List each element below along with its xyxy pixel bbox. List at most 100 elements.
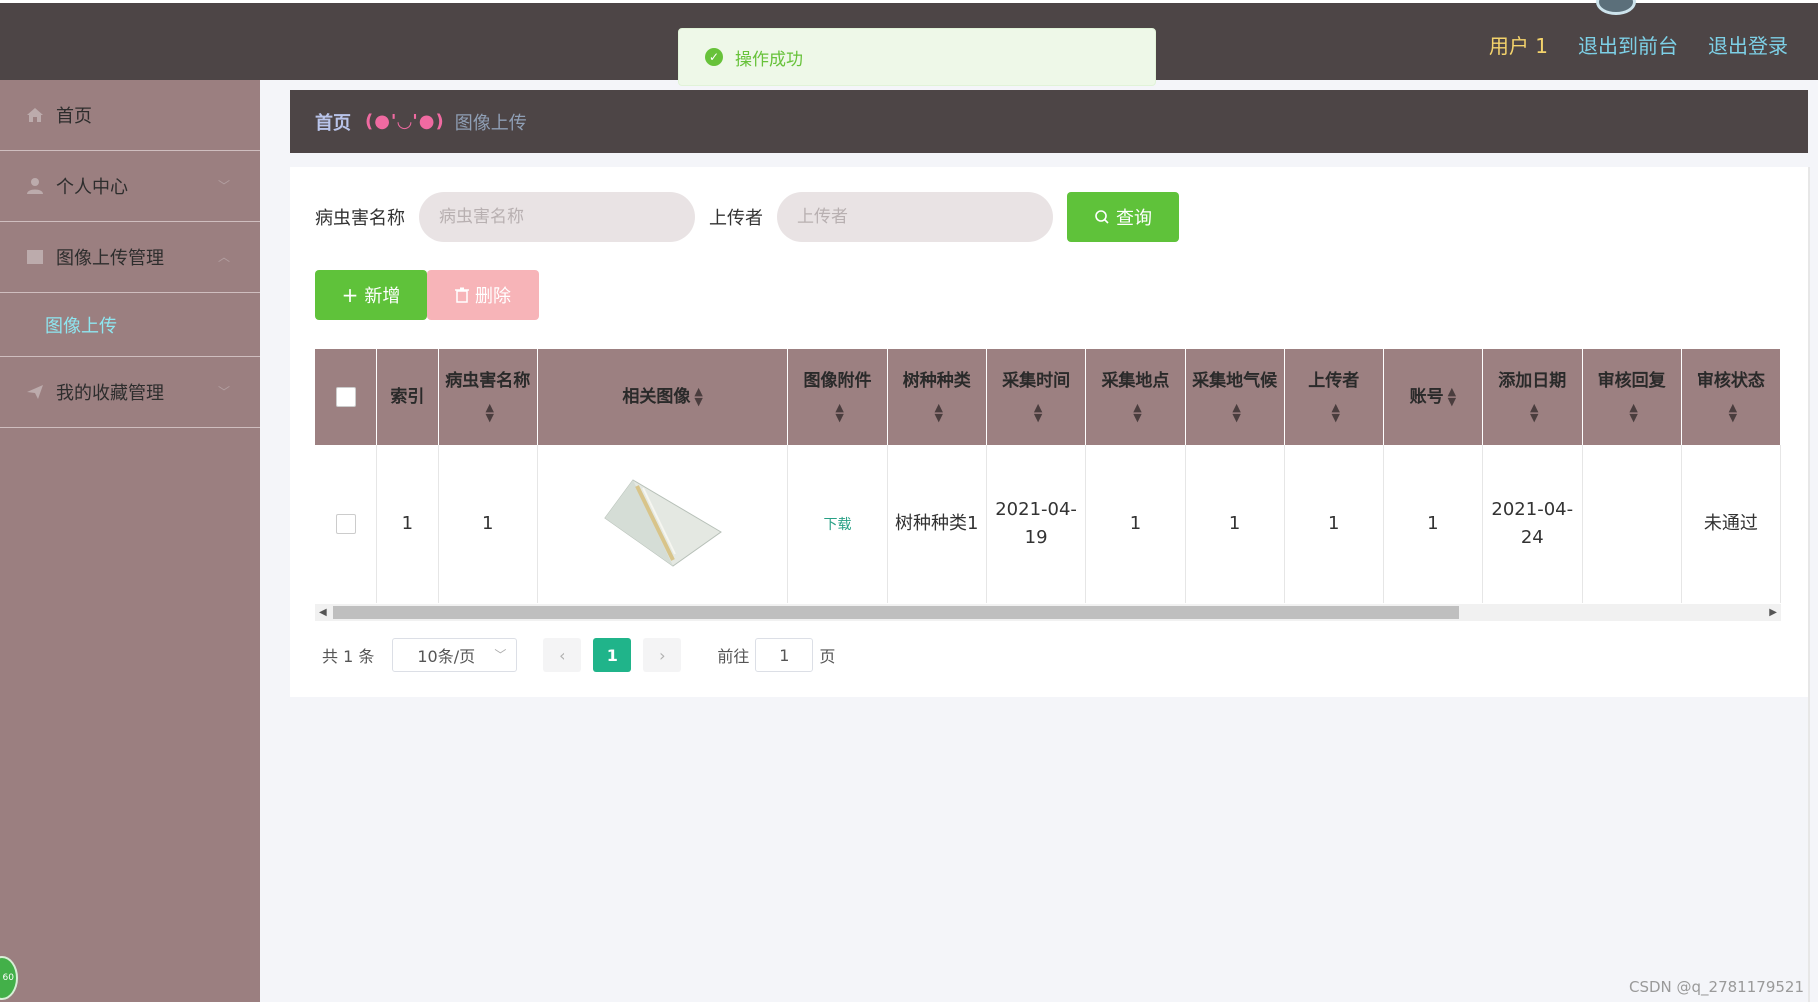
scroll-left-icon[interactable]: ◀ [319,604,327,621]
user-icon [27,178,43,194]
sort-icon[interactable]: ▲ ▼ [1232,402,1240,423]
breadcrumb-separator: (●'◡'●) [365,111,445,132]
column-header[interactable]: 审核状态 ▲ ▼ [1681,349,1781,445]
action-bar: + 新增 删除 [315,270,539,320]
cell-review-status: 未通过 [1681,445,1781,603]
logout-link[interactable]: 退出登录 [1708,30,1788,59]
sort-icon[interactable]: ▲ ▼ [1448,386,1456,407]
page-size-value: 10条/页 [417,647,476,666]
prev-page-button[interactable]: ‹ [543,638,582,672]
cell-collect-time: 2021-04-19 [986,445,1087,603]
goto-page-input[interactable] [755,638,814,672]
cell-review-reply [1582,445,1682,603]
chevron-left-icon: ‹ [559,645,566,665]
uploader-input[interactable] [777,192,1053,242]
uploader-label: 上传者 [709,208,763,229]
page-size-select[interactable]: 10条/页 ﹀ [392,638,518,672]
column-header[interactable]: 审核回复 ▲ ▼ [1582,349,1682,445]
sort-icon[interactable]: ▲ ▼ [1530,402,1538,423]
sort-icon[interactable]: ▲ ▼ [835,402,843,423]
chevron-down-icon: ﹀ [217,385,230,399]
sort-icon[interactable]: ▲ ▼ [1133,402,1141,423]
sidebar-item-label: 个人中心 [56,177,128,198]
chevron-down-icon: ﹀ [494,648,507,662]
column-header[interactable]: 账号 ▲ ▼ [1383,349,1483,445]
add-button-label: 新增 [364,286,401,307]
column-header[interactable]: 树种种类 ▲ ▼ [887,349,987,445]
sort-icon[interactable]: ▲ ▼ [1629,402,1637,423]
cell-climate: 1 [1185,445,1285,603]
column-header[interactable]: 采集地点 ▲ ▼ [1085,349,1186,445]
cell-image [537,445,789,603]
download-link[interactable]: 下载 [824,517,852,533]
column-header[interactable]: 采集时间 ▲ ▼ [986,349,1087,445]
cell-account: 1 [1383,445,1483,603]
pest-name-input[interactable] [419,192,695,242]
avatar[interactable] [1596,0,1636,15]
watermark: CSDN @q_2781179521 [1629,978,1804,996]
query-button-label: 查询 [1116,208,1152,229]
main-card: 病虫害名称 上传者 查询 + 新增 删除 [290,167,1808,697]
sort-icon[interactable]: ▲ ▼ [1332,402,1340,423]
query-button[interactable]: 查询 [1067,192,1179,242]
sidebar-item-home[interactable]: 首页 [0,80,260,151]
column-header[interactable]: 病虫害名称▲ ▼ [438,349,538,445]
toast-message: 操作成功 [735,49,803,70]
select-all-checkbox[interactable] [335,387,356,407]
sort-icon[interactable]: ▲ ▼ [694,386,702,407]
cell-index: 1 [376,445,439,603]
sidebar-item-image-upload-mgmt[interactable]: 图像上传管理 ︿ [0,222,260,293]
success-toast: ✓ 操作成功 [678,28,1156,86]
column-header[interactable]: 相关图像 ▲ ▼ [537,349,789,445]
home-icon [27,108,43,122]
sidebar-item-favorites-mgmt[interactable]: 我的收藏管理 ﹀ [0,357,260,428]
page-number-current[interactable]: 1 [593,638,632,672]
cell-location: 1 [1085,445,1186,603]
table-row: 1 1 下载 树种种类1 2021-04-19 1 1 1 1 2021-04-… [315,445,1781,603]
pagination: 共 1 条 10条/页 ﹀ ‹ 1 › 前往 页 [322,638,835,672]
column-header[interactable]: 采集地气候▲ ▼ [1185,349,1285,445]
exit-to-frontend-link[interactable]: 退出到前台 [1578,30,1678,59]
cell-uploader: 1 [1284,445,1384,603]
check-circle-icon: ✓ [705,48,723,66]
sidebar-item-personal-center[interactable]: 个人中心 ﹀ [0,151,260,222]
pest-name-label: 病虫害名称 [315,208,405,229]
column-header[interactable]: 添加日期 ▲ ▼ [1482,349,1583,445]
breadcrumb-current: 图像上传 [454,112,527,134]
sort-icon[interactable]: ▲ ▼ [486,402,494,423]
cell-add-date: 2021-04-24 [1482,445,1583,603]
sort-icon[interactable]: ▲ ▼ [1729,402,1737,423]
column-header[interactable]: 上传者 ▲ ▼ [1284,349,1384,445]
sort-icon[interactable]: ▲ ▼ [934,402,942,423]
column-header[interactable]: 图像附件 ▲ ▼ [787,349,888,445]
search-bar: 病虫害名称 上传者 查询 [315,192,1179,242]
trash-icon [455,287,469,303]
plus-icon: + [341,283,359,307]
cell-tree-type: 树种种类1 [887,445,987,603]
sidebar-item-label: 我的收藏管理 [56,383,164,404]
cell-attachment: 下载 [787,445,888,603]
goto-label: 前往 [717,647,750,666]
sidebar-subitem-image-upload[interactable]: 图像上传 [0,293,260,357]
add-button[interactable]: + 新增 [315,270,427,320]
scroll-right-icon[interactable]: ▶ [1769,604,1777,621]
sort-icon[interactable]: ▲ ▼ [1034,402,1042,423]
breadcrumb: 首页 (●'◡'●) 图像上传 [290,90,1808,153]
scrollbar-thumb[interactable] [333,606,1459,619]
current-user: 用户 1 [1488,34,1548,58]
thumbnail-image[interactable] [603,470,723,570]
table-header-row: 索引 病虫害名称▲ ▼ 相关图像 ▲ ▼ 图像附件 ▲ ▼ 树种种类 ▲ ▼ 采集时间 ▲ ▼ 采… [315,349,1781,445]
next-page-button[interactable]: › [643,638,682,672]
chevron-up-icon: ︿ [217,250,230,264]
sidebar-item-label: 图像上传管理 [56,248,164,269]
chevron-right-icon: › [659,645,666,665]
row-checkbox[interactable] [335,514,356,534]
delete-button[interactable]: 删除 [427,270,539,320]
breadcrumb-home[interactable]: 首页 [315,109,351,135]
horizontal-scrollbar[interactable]: ◀ ▶ [315,604,1781,621]
page-suffix: 页 [819,647,836,666]
row-select-cell [315,445,378,603]
data-table: 索引 病虫害名称▲ ▼ 相关图像 ▲ ▼ 图像附件 ▲ ▼ 树种种类 ▲ ▼ 采集时间 ▲ ▼ 采… [315,349,1781,604]
floating-badge[interactable]: 60 [0,956,18,1000]
select-all-header [315,349,378,445]
